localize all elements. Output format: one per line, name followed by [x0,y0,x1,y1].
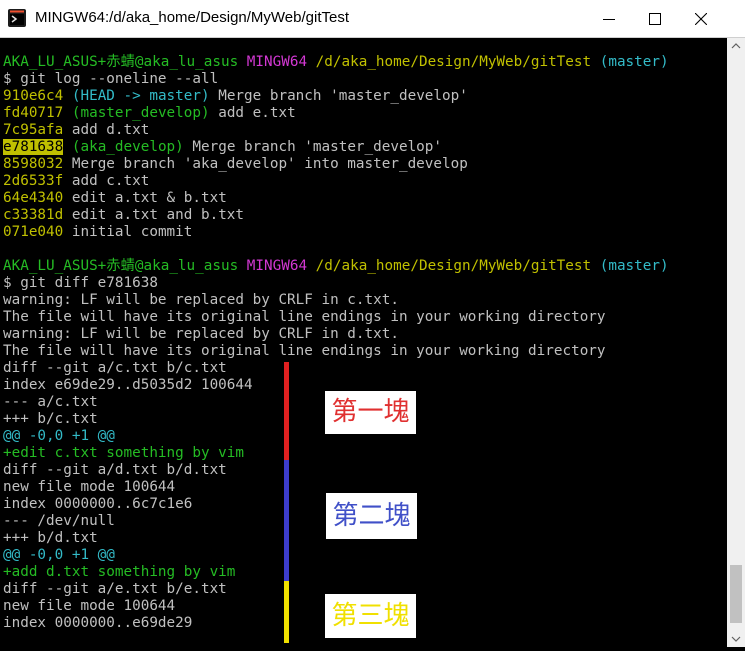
commit-hash: c33381d [3,207,64,223]
prompt-branch: (master) [599,258,669,274]
close-button[interactable] [678,0,724,38]
chevron-down-icon [731,636,741,642]
commit-hash-highlighted: e781638 [3,139,64,155]
diff-line: new file mode 100644 [3,479,176,495]
window-title: MINGW64:/d/aka_home/Design/MyWeb/gitTest [35,9,350,26]
log-line: e781638 (aka_develop) Merge branch 'mast… [3,139,442,156]
commit-refs: (master_develop) [71,105,210,121]
log-line: 8598032 Merge branch 'aka_develop' into … [3,156,468,173]
annotation-label-block-1: 第一塊 [325,391,416,434]
minimize-button[interactable] [586,0,632,38]
commit-refs: (aka_develop) [71,139,184,155]
diff-line: diff --git a/d.txt b/d.txt [3,462,227,478]
scroll-thumb[interactable] [730,565,742,623]
annotation-bar-yellow [284,581,289,643]
log-line: 071e040 initial commit [3,224,192,241]
commit-message: add d.txt [63,122,150,138]
warning-line: warning: LF will be replaced by CRLF in … [3,292,399,308]
commit-message: edit a.txt & b.txt [63,190,227,206]
command-line: $ git diff e781638 [3,275,158,291]
info-line: The file will have its original line end… [3,309,606,325]
diff-line: diff --git a/e.txt b/e.txt [3,581,227,597]
command-line: $ git log --oneline --all [3,71,219,87]
annotation-label-block-2: 第二塊 [326,493,417,539]
commit-hash: fd40717 [3,105,64,121]
log-line: 7c95afa add d.txt [3,122,149,139]
vertical-scrollbar[interactable] [727,38,745,647]
diff-line: --- a/c.txt [3,394,98,410]
maximize-icon [649,13,661,25]
log-line: 64e4340 edit a.txt & b.txt [3,190,227,207]
prompt-env: MINGW64 [246,258,308,274]
commit-message: Merge branch 'aka_develop' into master_d… [63,156,468,172]
prompt-branch: (master) [599,54,669,70]
diff-line: index e69de29..d5035d2 100644 [3,377,253,393]
log-line: 910e6c4 (HEAD -> master) Merge branch 'm… [3,88,468,105]
annotation-bar-red [284,362,289,460]
terminal-output[interactable]: AKA_LU_ASUS+赤蜻@aka_lu_asus MINGW64 /d/ak… [0,38,727,647]
diff-line: --- /dev/null [3,513,115,529]
maximize-button[interactable] [632,0,678,38]
title-bar[interactable]: MINGW64:/d/aka_home/Design/MyWeb/gitTest [0,0,745,38]
prompt-user: AKA_LU_ASUS+赤蜻@aka_lu_asus [3,54,239,70]
minimize-icon [603,19,615,20]
diff-line: new file mode 100644 [3,598,176,614]
diff-hunk-header: @@ -0,0 +1 @@ [3,428,115,444]
info-line: The file will have its original line end… [3,343,606,359]
prompt-path: /d/aka_home/Design/MyWeb/gitTest [315,54,592,70]
annotation-bar-blue [284,460,289,581]
commit-message: initial commit [63,224,193,240]
commit-hash: 7c95afa [3,122,64,138]
diff-line: +++ b/d.txt [3,530,98,546]
log-line: c33381d edit a.txt and b.txt [3,207,244,224]
commit-message: Merge branch 'master_develop' [209,88,468,104]
prompt-user: AKA_LU_ASUS+赤蜻@aka_lu_asus [3,258,239,274]
prompt-line: AKA_LU_ASUS+赤蜻@aka_lu_asus MINGW64 /d/ak… [3,258,669,275]
diff-line: diff --git a/c.txt b/c.txt [3,360,227,376]
commit-message: add c.txt [63,173,150,189]
prompt-env: MINGW64 [246,54,308,70]
commit-message: add e.txt [209,105,296,121]
commit-hash: 910e6c4 [3,88,64,104]
git-bash-icon [8,9,26,27]
commit-hash: 2d6533f [3,173,64,189]
commit-hash: 64e4340 [3,190,64,206]
commit-refs: (HEAD -> master) [71,88,210,104]
commit-hash: 071e040 [3,224,64,240]
diff-line: +++ b/c.txt [3,411,98,427]
chevron-up-icon [731,43,741,49]
prompt-path: /d/aka_home/Design/MyWeb/gitTest [315,258,592,274]
diff-added-line: +add d.txt something by vim [3,564,236,580]
scroll-up-button[interactable] [727,38,745,55]
diff-added-line: +edit c.txt something by vim [3,445,245,461]
close-icon [695,13,707,25]
prompt-line: AKA_LU_ASUS+赤蜻@aka_lu_asus MINGW64 /d/ak… [3,54,669,71]
diff-hunk-header: @@ -0,0 +1 @@ [3,547,115,563]
scroll-down-button[interactable] [727,630,745,647]
commit-hash: 8598032 [3,156,64,172]
warning-line: warning: LF will be replaced by CRLF in … [3,326,399,342]
log-line: fd40717 (master_develop) add e.txt [3,105,296,122]
diff-line: index 0000000..e69de29 [3,615,193,631]
commit-message: edit a.txt and b.txt [63,207,245,223]
annotation-label-block-3: 第三塊 [325,594,416,638]
log-line: 2d6533f add c.txt [3,173,149,190]
commit-message: Merge branch 'master_develop' [183,139,443,155]
diff-line: index 0000000..6c7c1e6 [3,496,193,512]
